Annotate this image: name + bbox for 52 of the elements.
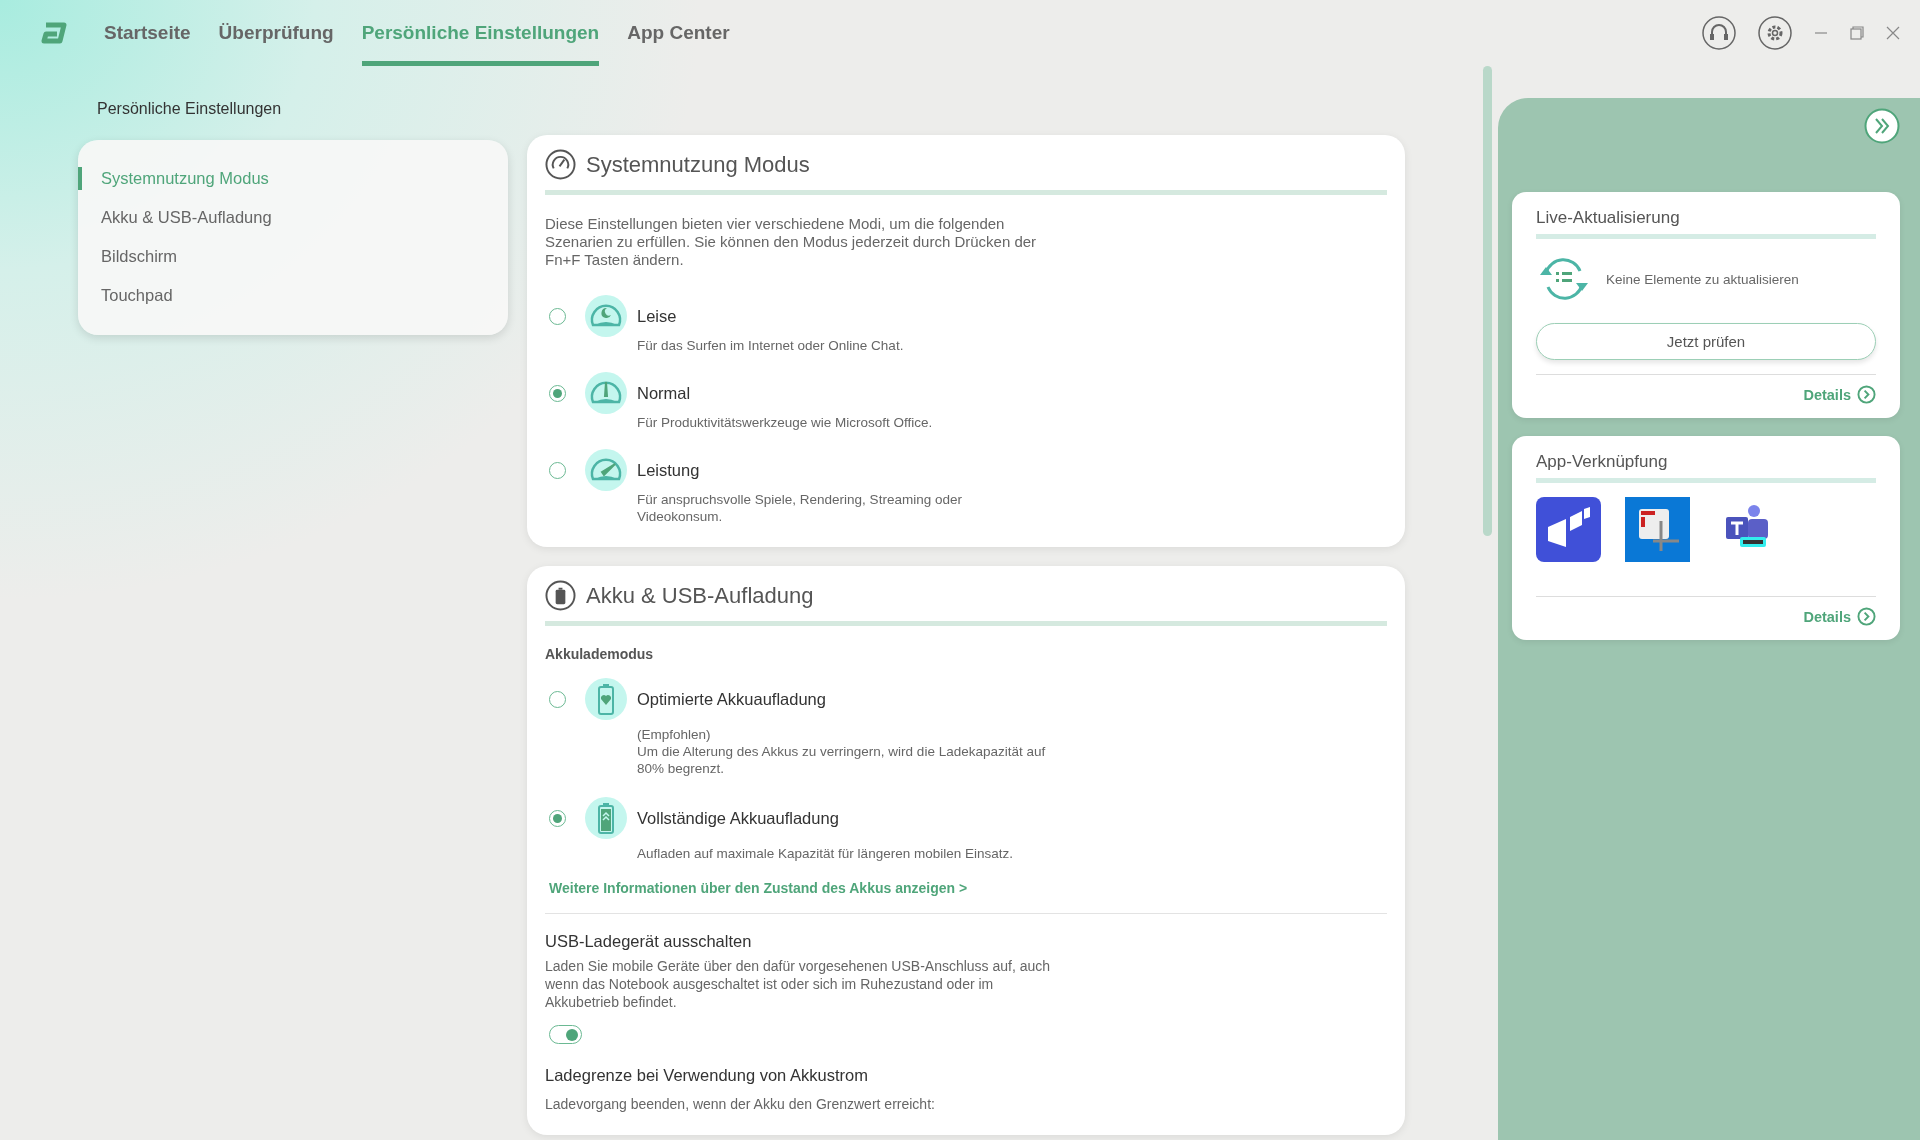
subheading: Akkulademodus — [545, 646, 655, 662]
speed-gauge-icon — [585, 449, 627, 491]
speedometer-icon — [545, 149, 576, 180]
sidebar-item[interactable]: Akku & USB-Aufladung — [78, 206, 508, 229]
nav-tab[interactable]: App Center — [627, 0, 730, 66]
option-label: Vollständige Akkuaufladung — [637, 808, 840, 828]
option-description: Aufladen auf maximale Kapazität für längeren mobilen Einsatz. — [637, 845, 1014, 862]
moon-gauge-icon — [585, 295, 627, 337]
setting-description: Laden Sie mobile Geräte über den dafür vorgesehenen USB-Anschluss auf, auch wenn das Notebook ausgeschaltet ist oder sich im Ruhezustand oder im Akkubetrieb befindet. — [545, 957, 1052, 1011]
scrollbar[interactable] — [1483, 66, 1492, 536]
setting-title: Ladegrenze bei Verwendung von Akkustrom — [545, 1066, 869, 1085]
close-icon[interactable] — [1886, 26, 1900, 40]
option-label: Leistung — [637, 460, 701, 480]
option-description: Für das Surfen im Internet oder Online Chat. — [637, 337, 905, 354]
nav-tab[interactable]: Persönliche Einstellungen — [361, 0, 600, 66]
nav-tab[interactable]: Startseite — [104, 0, 191, 66]
option-label: Normal — [637, 383, 692, 403]
details-link[interactable]: Details — [1803, 607, 1876, 626]
option-label: Optimierte Akkuaufladung — [637, 689, 827, 709]
section-title: Akku & USB-Aufladung — [586, 582, 814, 609]
card-title: Live-Aktualisierung — [1536, 208, 1876, 239]
option-note: (Empfohlen) — [637, 726, 712, 743]
battery-charging-icon — [585, 797, 627, 839]
option-description: Für anspruchsvolle Spiele, Rendering, Streaming oder Videokonsum. — [637, 491, 963, 525]
toggle-switch[interactable] — [549, 1025, 582, 1044]
setting-description: Ladevorgang beenden, wenn der Akku den Grenzwert erreicht: — [545, 1095, 936, 1113]
app-icon[interactable] — [1625, 497, 1690, 562]
option-description: Für Produktivitätswerkzeuge wie Microsoft Office. — [637, 414, 934, 431]
collapse-icon[interactable] — [1864, 108, 1900, 144]
option-label: Leise — [637, 306, 678, 326]
page-heading: Persönliche Einstellungen — [97, 100, 283, 118]
app-icon[interactable] — [1536, 497, 1601, 562]
check-now-button[interactable]: Jetzt prüfen — [1536, 323, 1876, 360]
sidebar-item[interactable]: Bildschirm — [78, 245, 508, 268]
sidebar-item[interactable]: Touchpad — [78, 284, 508, 307]
chevron-icon — [1857, 607, 1876, 626]
gauge-icon — [585, 372, 627, 414]
nav-tab[interactable]: Überprüfung — [218, 0, 334, 66]
chevron-icon — [1857, 385, 1876, 404]
section-title: Systemnutzung Modus — [586, 151, 810, 178]
battery-icon — [545, 580, 576, 611]
option-description: Um die Alterung des Akkus zu verringern, wird die Ladekapazität auf 80% begrenzt. — [637, 743, 1047, 777]
sidebar-item[interactable]: Systemnutzung Modus — [78, 167, 508, 190]
battery-info-link[interactable]: Weitere Informationen über den Zustand des Akkus anzeigen > — [549, 880, 968, 896]
details-link[interactable]: Details — [1803, 385, 1876, 404]
card-title: App-Verknüpfung — [1536, 452, 1876, 483]
status-message: Keine Elemente zu aktualisieren — [1606, 271, 1799, 287]
settings-icon[interactable] — [1758, 16, 1792, 50]
section-description: Diese Einstellungen bieten vier verschiedene Modi, um die folgenden Szenarien zu erfüllen. Sie können den Modus jederzeit durch Drücken der Fn+F Tasten ändern. — [545, 215, 1038, 269]
headset-icon[interactable] — [1702, 16, 1736, 50]
restore-icon[interactable] — [1850, 26, 1864, 40]
setting-title: USB-Ladegerät ausschalten — [545, 932, 753, 951]
